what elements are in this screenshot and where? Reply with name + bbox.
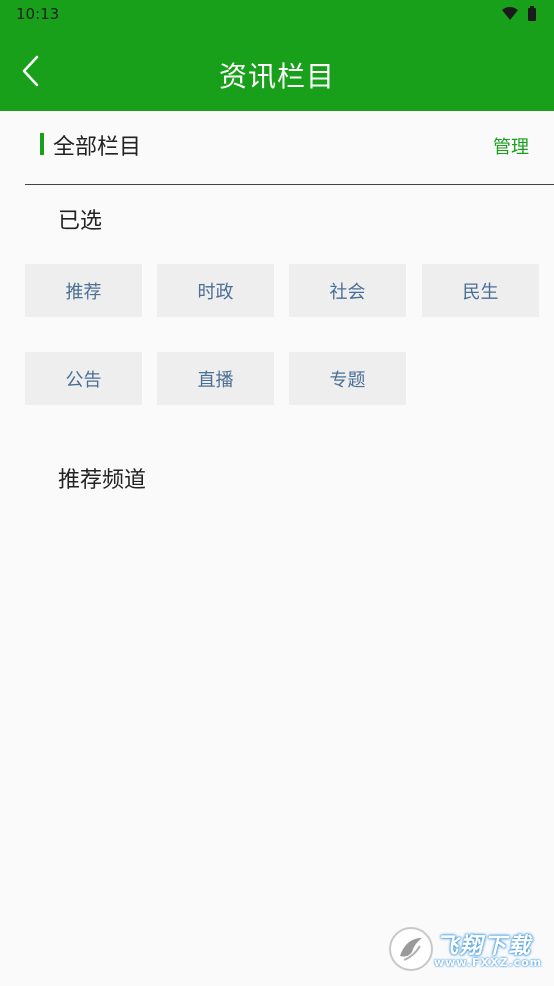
watermark-logo-icon: [389, 927, 433, 971]
channel-chip-politics[interactable]: 时政: [157, 264, 274, 317]
status-bar: 10:13: [0, 0, 554, 28]
section-title: 全部栏目: [53, 135, 142, 160]
page-title: 资讯栏目: [218, 60, 335, 93]
wifi-icon: [502, 7, 518, 20]
manage-button[interactable]: 管理: [493, 133, 529, 159]
channel-chip-livelihood[interactable]: 民生: [422, 264, 539, 317]
recommended-label: 推荐频道: [58, 468, 147, 493]
selected-label: 已选: [58, 209, 103, 234]
channel-chip-live[interactable]: 直播: [157, 352, 274, 405]
channel-chip-special[interactable]: 专题: [289, 352, 406, 405]
section-accent-bar: [40, 133, 44, 155]
status-time: 10:13: [16, 5, 60, 23]
section-header: 全部栏目 管理: [0, 111, 554, 184]
watermark-url: www.FXXZ.com: [434, 956, 543, 969]
channel-chip-recommend[interactable]: 推荐: [25, 264, 142, 317]
app-bar: 资讯栏目: [0, 28, 554, 111]
channel-chip-society[interactable]: 社会: [289, 264, 406, 317]
channel-chip-notice[interactable]: 公告: [25, 352, 142, 405]
watermark: 飞翔下载 www.FXXZ.com: [388, 926, 544, 974]
divider: [25, 184, 554, 185]
status-icons: [500, 5, 540, 23]
battery-icon: [528, 6, 536, 21]
